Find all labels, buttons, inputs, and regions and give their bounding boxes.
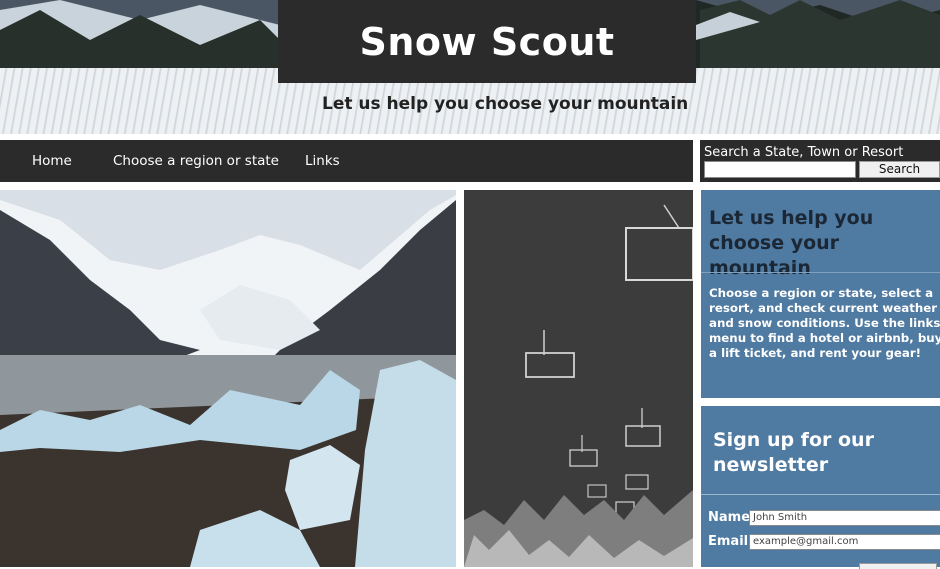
nav-home[interactable]: Home	[32, 153, 72, 169]
site-tagline: Let us help you choose your mountain	[322, 94, 689, 114]
newsletter-divider	[701, 494, 940, 495]
email-field[interactable]: example@gmail.com	[749, 534, 940, 550]
intro-panel: Let us help you choose your mountain Cho…	[701, 190, 940, 398]
glacier-image	[0, 190, 456, 567]
site-title: Snow Scout	[359, 19, 615, 64]
glacier-photo	[0, 190, 456, 567]
intro-divider	[701, 272, 940, 273]
nav-choose-region[interactable]: Choose a region or state	[113, 153, 279, 169]
subscribe-button[interactable]	[859, 563, 937, 569]
email-label: Email	[708, 534, 749, 549]
name-field[interactable]: John Smith	[749, 510, 940, 526]
newsletter-heading: Sign up for our newsletter	[713, 429, 874, 476]
hero-banner: Snow Scout Let us help you choose your m…	[0, 0, 940, 134]
main-nav: Home Choose a region or state Links	[0, 140, 693, 182]
search-input[interactable]	[704, 161, 856, 178]
chairlift-image	[464, 190, 693, 567]
chairlift-photo	[464, 190, 693, 567]
search-label: Search a State, Town or Resort	[704, 145, 904, 160]
name-label: Name	[708, 510, 751, 525]
site-title-box: Snow Scout	[278, 0, 696, 83]
intro-heading: Let us help you choose your mountain	[709, 207, 874, 279]
search-button[interactable]: Search	[859, 161, 940, 178]
nav-links[interactable]: Links	[305, 153, 340, 169]
newsletter-panel: Sign up for our newsletter Name John Smi…	[701, 406, 940, 569]
intro-body: Choose a region or state, select a resor…	[709, 286, 940, 360]
search-panel: Search a State, Town or Resort Search	[700, 140, 940, 182]
